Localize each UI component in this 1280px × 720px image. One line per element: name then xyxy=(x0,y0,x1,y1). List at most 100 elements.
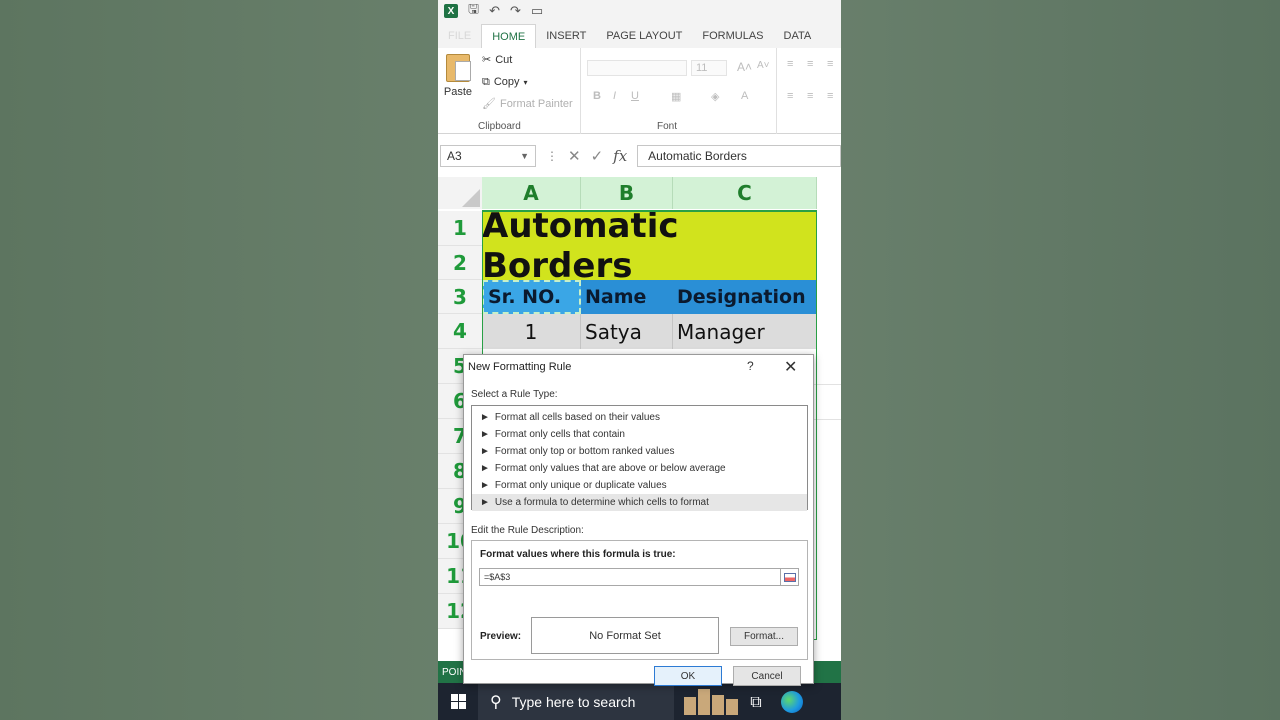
cell-b3[interactable]: Name xyxy=(581,280,673,314)
row-header-4[interactable]: 4 xyxy=(438,314,482,349)
ribbon: Paste ✂ Cut ⧉ Copy ▾ 🖌 Format Painter Cl… xyxy=(438,48,841,134)
tab-page-layout[interactable]: PAGE LAYOUT xyxy=(596,24,692,48)
taskbar-search-placeholder: Type here to search xyxy=(511,693,636,710)
column-header-a[interactable]: A xyxy=(482,177,581,209)
italic-button[interactable]: I xyxy=(613,90,616,102)
save-icon[interactable]: 🖫 xyxy=(468,0,479,22)
font-size-select[interactable]: 11 xyxy=(691,60,727,76)
name-box-value: A3 xyxy=(447,149,462,163)
ok-button[interactable]: OK xyxy=(654,666,722,686)
font-group-label: Font xyxy=(657,121,678,132)
preview-box: No Format Set xyxy=(531,617,719,654)
header-row: Sr. NO. Name Designation xyxy=(482,280,817,314)
search-highlight-image xyxy=(678,687,738,717)
quick-access-toolbar: X 🖫 ↶ ↷ ▭ xyxy=(438,0,841,22)
tab-home[interactable]: HOME xyxy=(481,24,537,48)
cut-label: Cut xyxy=(495,53,513,66)
rule-type-item[interactable]: ► Format all cells based on their values xyxy=(472,409,807,426)
close-icon[interactable]: ✕ xyxy=(784,357,797,376)
grow-font-icon[interactable]: A˄ xyxy=(737,60,752,74)
format-painter-button[interactable]: 🖌 Format Painter xyxy=(482,97,573,110)
arrow-icon: ► xyxy=(480,480,490,491)
align-top-icon[interactable]: ≡ xyxy=(787,58,793,70)
align-right-icon[interactable]: ≡ xyxy=(827,90,833,102)
table-row: 1 Satya Manager xyxy=(482,314,817,349)
column-header-c[interactable]: C xyxy=(673,177,817,209)
font-size-value: 11 xyxy=(696,62,708,74)
windows-taskbar: ⚲ Type here to search ⧉ xyxy=(438,683,841,720)
fill-color-icon[interactable]: ◈ xyxy=(711,90,719,103)
formula-field-value: =$A$3 xyxy=(484,572,511,582)
scissors-icon: ✂ xyxy=(482,53,492,66)
formula-input[interactable]: Automatic Borders xyxy=(637,145,841,167)
formula-label: Format values where this formula is true… xyxy=(480,549,676,560)
cancel-entry-icon[interactable]: ✕ xyxy=(568,147,581,165)
arrow-icon: ► xyxy=(480,497,490,508)
align-left-icon[interactable]: ≡ xyxy=(787,90,793,102)
name-box[interactable]: A3 ▼ xyxy=(440,145,536,167)
alignment-group: ≡ ≡ ≡ ≡ ≡ ≡ xyxy=(777,48,841,134)
windows-logo-icon xyxy=(450,694,466,709)
font-group: 11 A˄ A˅ B I U ▦ ◈ A Font xyxy=(581,48,777,134)
copy-icon: ⧉ xyxy=(482,75,490,88)
font-color-icon[interactable]: A xyxy=(741,90,748,102)
help-button[interactable]: ? xyxy=(747,359,754,373)
task-view-icon[interactable]: ⧉ xyxy=(738,683,774,720)
edge-browser-button[interactable] xyxy=(774,683,810,720)
undo-icon[interactable]: ↶ xyxy=(489,4,500,19)
row-header-1[interactable]: 1 xyxy=(438,211,482,246)
ribbon-tabs: FILE HOME INSERT PAGE LAYOUT FORMULAS DA… xyxy=(438,22,841,48)
tab-data[interactable]: DATA xyxy=(774,24,822,48)
shrink-font-icon[interactable]: A˅ xyxy=(757,60,770,71)
cell-a3[interactable]: Sr. NO. xyxy=(482,280,581,314)
taskbar-search[interactable]: ⚲ Type here to search xyxy=(478,683,674,720)
borders-icon[interactable]: ▦ xyxy=(671,90,681,103)
insert-function-icon[interactable]: fx xyxy=(613,147,627,165)
redo-icon[interactable]: ↷ xyxy=(510,4,521,19)
more-icon: ⋮ xyxy=(546,149,558,163)
rule-type-item[interactable]: ► Format only values that are above or be… xyxy=(472,460,807,477)
underline-button[interactable]: U xyxy=(631,90,639,102)
paste-button[interactable]: Paste xyxy=(442,54,474,98)
customize-toolbar-icon[interactable]: ▭ xyxy=(531,4,543,19)
row-header-2[interactable]: 2 xyxy=(438,246,482,280)
copy-label: Copy xyxy=(493,76,520,88)
rule-type-label: Format only unique or duplicate values xyxy=(494,480,667,491)
dialog-title: New Formatting Rule xyxy=(468,361,572,373)
collapse-dialog-button[interactable] xyxy=(780,569,798,585)
rule-type-item[interactable]: ► Format only unique or duplicate values xyxy=(472,477,807,494)
arrow-icon: ► xyxy=(480,412,490,423)
bold-button[interactable]: B xyxy=(593,90,601,102)
align-bottom-icon[interactable]: ≡ xyxy=(827,58,833,70)
font-family-select[interactable] xyxy=(587,60,687,76)
rule-type-item-selected[interactable]: ► Use a formula to determine which cells … xyxy=(472,494,807,511)
cell-c3[interactable]: Designation xyxy=(673,280,817,314)
tab-file[interactable]: FILE xyxy=(438,24,481,48)
copy-button[interactable]: ⧉ Copy ▾ xyxy=(482,75,528,89)
tab-insert[interactable]: INSERT xyxy=(536,24,596,48)
start-button[interactable] xyxy=(438,683,478,720)
cut-button[interactable]: ✂ Cut xyxy=(482,53,512,66)
formula-controls: ⋮ ✕ ✓ fx xyxy=(536,147,637,165)
merged-title-cell[interactable]: Automatic Borders xyxy=(482,206,817,286)
format-button[interactable]: Format... xyxy=(730,627,798,646)
select-all-corner[interactable] xyxy=(438,177,482,209)
edit-description-label: Edit the Rule Description: xyxy=(471,525,584,536)
row-header-3[interactable]: 3 xyxy=(438,280,482,314)
tab-formulas[interactable]: FORMULAS xyxy=(692,24,773,48)
cell-b4[interactable]: Satya xyxy=(581,314,673,349)
cell-a4[interactable]: 1 xyxy=(482,314,581,349)
cancel-button[interactable]: Cancel xyxy=(733,666,801,686)
rule-type-item[interactable]: ► Format only cells that contain xyxy=(472,426,807,443)
column-header-b[interactable]: B xyxy=(581,177,673,209)
align-center-icon[interactable]: ≡ xyxy=(807,90,813,102)
rule-type-label: Use a formula to determine which cells t… xyxy=(494,497,709,508)
clipboard-group-label: Clipboard xyxy=(478,121,521,132)
cell-c4[interactable]: Manager xyxy=(673,314,817,349)
format-painter-label: Format Painter xyxy=(499,97,573,110)
align-middle-icon[interactable]: ≡ xyxy=(807,58,813,70)
rule-description-panel: Format values where this formula is true… xyxy=(471,540,808,660)
rule-type-item[interactable]: ► Format only top or bottom ranked values xyxy=(472,443,807,460)
confirm-entry-icon[interactable]: ✓ xyxy=(591,147,604,165)
formula-field[interactable]: =$A$3 xyxy=(479,568,799,586)
